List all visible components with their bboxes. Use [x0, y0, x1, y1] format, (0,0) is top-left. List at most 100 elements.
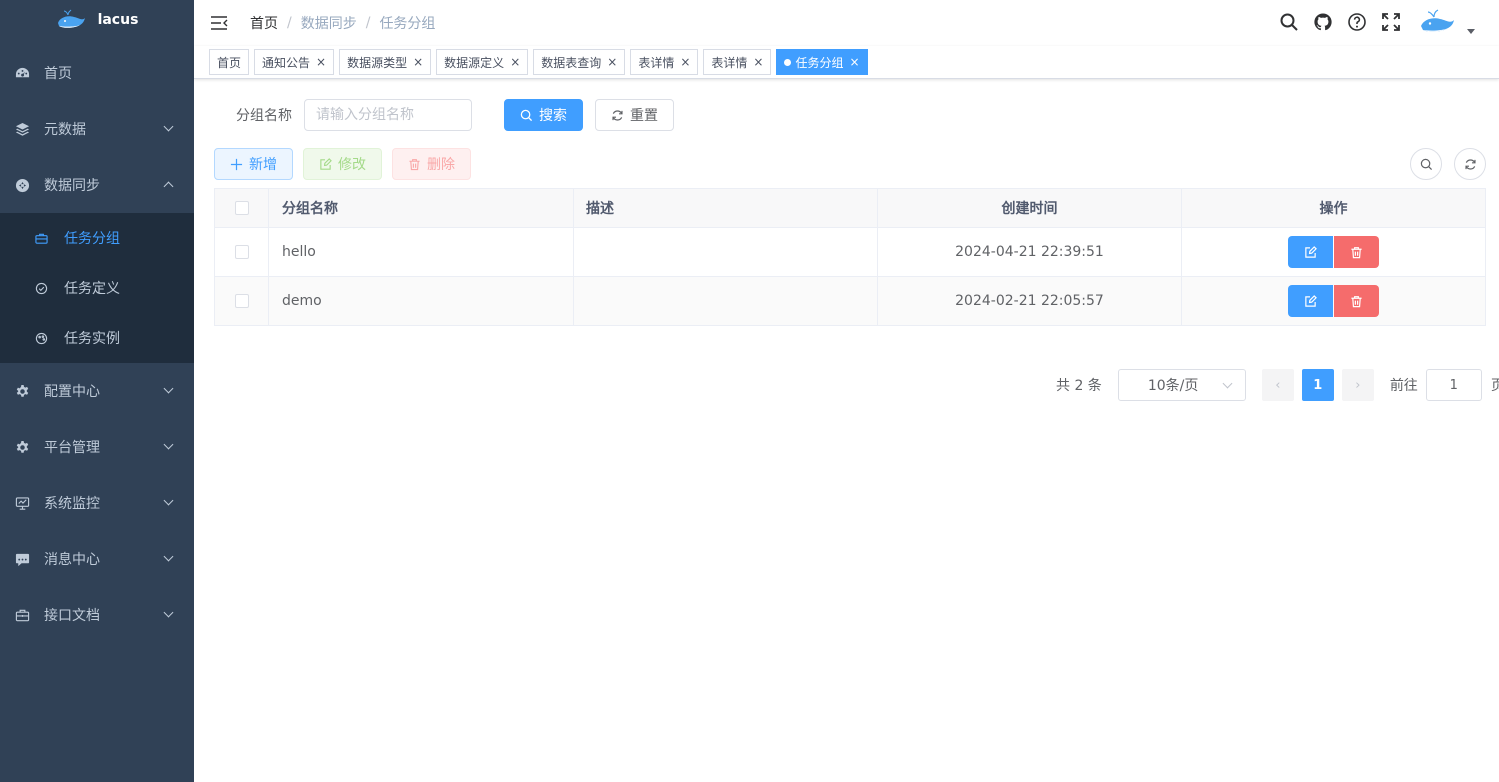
menu-fold-icon[interactable]	[210, 14, 228, 32]
operation-cell	[1181, 227, 1486, 277]
tag-home[interactable]: 首页	[209, 49, 250, 75]
sidebar-item-config-center[interactable]: 配置中心	[0, 363, 194, 419]
sidebar-item-system-monitor[interactable]: 系统监控	[0, 475, 194, 531]
operation-buttons	[1288, 236, 1379, 268]
created-time-cell: 2024-02-21 22:05:57	[877, 276, 1182, 326]
sidebar-item-label: 任务实例	[64, 331, 120, 347]
delete-button-label: 删除	[427, 157, 455, 173]
row-edit-button[interactable]	[1288, 285, 1333, 317]
sidebar-item-api-docs[interactable]: 接口文档	[0, 587, 194, 643]
briefcase-icon	[14, 607, 30, 623]
row-delete-button[interactable]	[1334, 285, 1379, 317]
tag-datasource-definition[interactable]: 数据源定义 ×	[436, 49, 529, 75]
goto-page-input[interactable]	[1425, 369, 1482, 401]
gear-icon	[14, 383, 30, 399]
right-menu	[1279, 8, 1475, 36]
add-button-label: 新增	[249, 157, 277, 173]
sidebar-item-label: 任务定义	[64, 281, 120, 297]
chevron-down-icon	[163, 439, 174, 450]
tag-label: 数据源定义	[444, 55, 505, 70]
sidebar-item-label: 消息中心	[44, 552, 100, 568]
search-button-label: 搜索	[539, 108, 567, 124]
row-checkbox[interactable]	[234, 294, 249, 308]
tag-label: 数据源类型	[347, 55, 408, 70]
sync-icon	[14, 177, 30, 193]
table-row: demo 2024-02-21 22:05:57	[214, 276, 1486, 326]
app-name: lacus	[97, 12, 139, 28]
close-icon[interactable]: ×	[607, 55, 617, 69]
search-icon[interactable]	[1279, 12, 1299, 32]
delete-button[interactable]: 删除	[392, 148, 471, 180]
sidebar-item-message-center[interactable]: 消息中心	[0, 531, 194, 587]
row-edit-button[interactable]	[1288, 236, 1333, 268]
sidebar-item-task-instance[interactable]: 任务实例	[0, 313, 194, 363]
tag-task-group[interactable]: 任务分组 ×	[776, 49, 868, 75]
close-icon[interactable]: ×	[850, 55, 860, 69]
tag-table-query[interactable]: 数据表查询 ×	[533, 49, 626, 75]
fullscreen-icon[interactable]	[1381, 12, 1401, 32]
edit-button-label: 修改	[338, 157, 366, 173]
created-time-cell: 2024-04-21 22:39:51	[877, 227, 1182, 277]
tag-label: 表详情	[711, 55, 748, 70]
briefcase-icon	[34, 231, 48, 245]
trash-icon	[409, 158, 420, 170]
whale-logo-icon	[57, 9, 85, 28]
group-name-input[interactable]	[304, 99, 472, 131]
prev-page-button[interactable]: ‹	[1261, 369, 1294, 401]
chevron-down-icon	[163, 383, 174, 394]
reset-button[interactable]: 重置	[595, 99, 674, 131]
breadcrumb-item: 数据同步	[300, 16, 357, 32]
table-row: hello 2024-04-21 22:39:51	[214, 227, 1486, 277]
close-icon[interactable]: ×	[680, 55, 690, 69]
help-icon[interactable]	[1347, 12, 1367, 32]
avatar	[1421, 9, 1454, 32]
check-circle-icon	[34, 281, 48, 295]
sidebar-item-label: 系统监控	[44, 496, 100, 512]
search-icon	[1420, 158, 1432, 170]
search-button[interactable]: 搜索	[504, 99, 583, 131]
tag-datasource-type[interactable]: 数据源类型 ×	[339, 49, 432, 75]
chevron-down-icon	[163, 607, 174, 618]
refresh-button[interactable]	[1454, 148, 1486, 180]
column-header: 分组名称	[268, 188, 574, 228]
row-select-cell	[214, 227, 269, 277]
sidebar-item-label: 元数据	[44, 122, 86, 138]
next-page-button[interactable]: ›	[1341, 369, 1374, 401]
search-form: 分组名称 搜索 重置	[236, 99, 1486, 131]
sidebar-item-home[interactable]: 首页	[0, 45, 194, 101]
row-checkbox[interactable]	[234, 245, 249, 259]
row-delete-button[interactable]	[1334, 236, 1379, 268]
breadcrumb: 首页 / 数据同步 / 任务分组	[250, 13, 435, 33]
close-icon[interactable]: ×	[753, 55, 763, 69]
sidebar-item-task-definition[interactable]: 任务定义	[0, 263, 194, 313]
sidebar-item-metadata[interactable]: 元数据	[0, 101, 194, 157]
logo[interactable]: lacus	[0, 0, 194, 40]
breadcrumb-item[interactable]: 首页	[250, 13, 278, 33]
description-cell	[573, 276, 878, 326]
page-number-button[interactable]: 1	[1301, 369, 1334, 401]
palette-icon	[34, 331, 48, 345]
select-all-checkbox[interactable]	[234, 201, 249, 215]
tag-table-detail[interactable]: 表详情 ×	[630, 49, 699, 75]
tag-table-detail[interactable]: 表详情 ×	[703, 49, 772, 75]
plus-icon	[230, 158, 243, 170]
row-select-cell	[214, 276, 269, 326]
sidebar-item-platform-management[interactable]: 平台管理	[0, 419, 194, 475]
toggle-search-button[interactable]	[1410, 148, 1442, 180]
github-icon[interactable]	[1313, 12, 1333, 32]
user-avatar-dropdown[interactable]	[1419, 8, 1475, 36]
sidebar-item-task-group[interactable]: 任务分组	[0, 213, 194, 263]
pagination: 共 2 条 10条/页 ‹ 1 › 前往 页	[1056, 369, 1499, 401]
search-icon	[520, 109, 533, 121]
tag-notice[interactable]: 通知公告 ×	[254, 49, 335, 75]
add-button[interactable]: 新增	[214, 148, 293, 180]
page-size-select[interactable]: 10条/页	[1117, 369, 1246, 401]
edit-button[interactable]: 修改	[303, 148, 382, 180]
sidebar-item-label: 接口文档	[44, 608, 100, 624]
sidebar-item-data-sync[interactable]: 数据同步	[0, 157, 194, 213]
refresh-icon	[1464, 158, 1476, 170]
tag-label: 通知公告	[262, 55, 311, 70]
close-icon[interactable]: ×	[316, 55, 326, 69]
close-icon[interactable]: ×	[510, 55, 520, 69]
close-icon[interactable]: ×	[413, 55, 423, 69]
